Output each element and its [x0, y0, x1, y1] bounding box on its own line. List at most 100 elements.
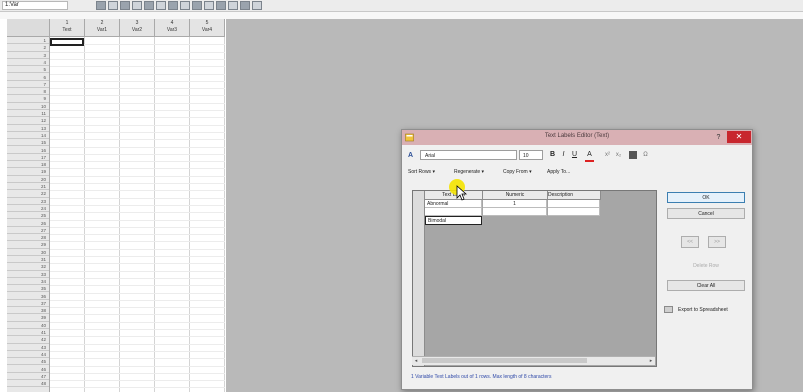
copy-icon[interactable] [156, 1, 166, 10]
cancel-button[interactable]: Cancel [667, 208, 745, 219]
chart-icon[interactable] [204, 1, 214, 10]
row-header[interactable]: 11 [7, 110, 49, 118]
row-header[interactable]: 42 [7, 336, 49, 344]
row-header[interactable]: 41 [7, 329, 49, 337]
row-header[interactable]: 38 [7, 307, 49, 315]
header-numeric[interactable]: Numeric [483, 191, 548, 200]
row-header[interactable]: 17 [7, 154, 49, 162]
row-header[interactable]: 48 [7, 380, 49, 388]
horizontal-scrollbar[interactable]: ◂ ▸ [412, 356, 655, 365]
row-header[interactable]: 10 [7, 103, 49, 110]
row-header[interactable]: 40 [7, 322, 49, 329]
row-header[interactable]: 23 [7, 198, 49, 205]
graph-icon[interactable] [228, 1, 238, 10]
scroll-right-icon[interactable]: ▸ [647, 357, 655, 365]
table-cell-empty[interactable] [548, 208, 600, 216]
row-header[interactable]: 26 [7, 220, 49, 227]
row-header[interactable]: 43 [7, 344, 49, 351]
superscript-button[interactable]: x² [603, 150, 612, 160]
apply-to-menu[interactable]: Apply To... [547, 167, 570, 177]
column-header[interactable]: 3 Var2 [120, 19, 155, 37]
row-header[interactable]: 32 [7, 263, 49, 271]
row-header[interactable]: 4 [7, 59, 49, 67]
row-header[interactable]: 29 [7, 241, 49, 249]
redo-icon[interactable] [192, 1, 202, 10]
image-icon[interactable] [629, 151, 637, 159]
column-header[interactable]: 1 Text [50, 19, 85, 37]
delete-row-button[interactable]: Delete Row [667, 263, 745, 269]
help-button[interactable]: ? [714, 133, 723, 142]
move-up-button[interactable]: << [681, 236, 699, 248]
row-header[interactable]: 16 [7, 147, 49, 154]
subscript-button[interactable]: x₂ [614, 150, 623, 160]
row-header[interactable]: 5 [7, 66, 49, 74]
undo-icon[interactable] [180, 1, 190, 10]
row-header[interactable]: 3 [7, 52, 49, 59]
paste-icon[interactable] [168, 1, 178, 10]
column-header[interactable]: 4 Var3 [155, 19, 190, 37]
row-header[interactable]: 33 [7, 271, 49, 278]
row-header[interactable]: 35 [7, 285, 49, 293]
row-header[interactable]: 20 [7, 176, 49, 183]
export-to-spreadsheet[interactable]: Export to Spreadsheet [663, 305, 749, 315]
row-header[interactable]: 37 [7, 300, 49, 308]
stats-icon[interactable] [240, 1, 250, 10]
bold-button[interactable]: B [548, 150, 557, 160]
table-cell-empty[interactable] [425, 208, 482, 216]
row-header[interactable]: 6 [7, 74, 49, 81]
font-color-button[interactable]: A [585, 150, 594, 162]
row-header[interactable]: 36 [7, 293, 49, 300]
copy-from-menu[interactable]: Copy From ▾ [503, 167, 532, 177]
underline-button[interactable]: U [570, 150, 579, 160]
table-cell-description[interactable] [548, 200, 600, 208]
row-header[interactable]: 24 [7, 205, 49, 213]
row-header[interactable]: 47 [7, 373, 49, 381]
row-header[interactable]: 19 [7, 168, 49, 176]
row-header[interactable]: 8 [7, 88, 49, 96]
row-header[interactable]: 12 [7, 117, 49, 125]
ok-button[interactable]: OK [667, 192, 745, 203]
select-all-corner[interactable] [7, 19, 50, 37]
table-cell-empty[interactable] [483, 208, 547, 216]
symbol-button[interactable]: Ω [641, 150, 650, 160]
font-size-select[interactable]: 10 [519, 150, 543, 160]
row-header[interactable]: 21 [7, 183, 49, 191]
row-header[interactable]: 27 [7, 227, 49, 235]
row-header[interactable]: 1 [7, 37, 49, 45]
row-header[interactable]: 44 [7, 351, 49, 359]
label-edit-input[interactable]: Bimodal [425, 216, 482, 225]
row-header[interactable]: 14 [7, 132, 49, 140]
row-header[interactable]: 45 [7, 358, 49, 366]
move-down-button[interactable]: >> [708, 236, 726, 248]
save-icon[interactable] [120, 1, 130, 10]
active-cell[interactable] [50, 38, 84, 46]
row-header[interactable]: 28 [7, 234, 49, 242]
open-icon[interactable] [108, 1, 118, 10]
sort-rows-menu[interactable]: Sort Rows ▾ [408, 167, 435, 177]
data-cells[interactable] [50, 37, 225, 392]
table-cell-numeric[interactable]: 1 [483, 200, 547, 208]
row-header[interactable]: 31 [7, 256, 49, 264]
regenerate-menu[interactable]: Regenerate ▾ [454, 167, 484, 177]
dialog-titlebar[interactable]: Text Labels Editor (Text) ? ✕ [402, 130, 752, 145]
row-header[interactable]: 9 [7, 95, 49, 103]
new-icon[interactable] [96, 1, 106, 10]
clear-all-button[interactable]: Clear All [667, 280, 745, 291]
row-header[interactable]: 34 [7, 278, 49, 286]
name-box[interactable]: 1:Var [2, 1, 68, 10]
row-header[interactable]: 13 [7, 125, 49, 132]
header-description[interactable]: Description [548, 191, 601, 200]
row-header[interactable]: 7 [7, 81, 49, 89]
scroll-left-icon[interactable]: ◂ [412, 357, 420, 365]
row-header[interactable]: 18 [7, 161, 49, 169]
row-header[interactable]: 22 [7, 190, 49, 198]
row-header[interactable]: 2 [7, 44, 49, 52]
row-header[interactable]: 46 [7, 366, 49, 373]
close-button[interactable]: ✕ [727, 131, 751, 143]
row-header[interactable]: 39 [7, 314, 49, 322]
column-header[interactable]: 2 Var1 [85, 19, 120, 37]
font-select[interactable]: Arial [420, 150, 517, 160]
row-header[interactable]: 25 [7, 212, 49, 220]
row-header[interactable]: 30 [7, 249, 49, 256]
print-icon[interactable] [132, 1, 142, 10]
